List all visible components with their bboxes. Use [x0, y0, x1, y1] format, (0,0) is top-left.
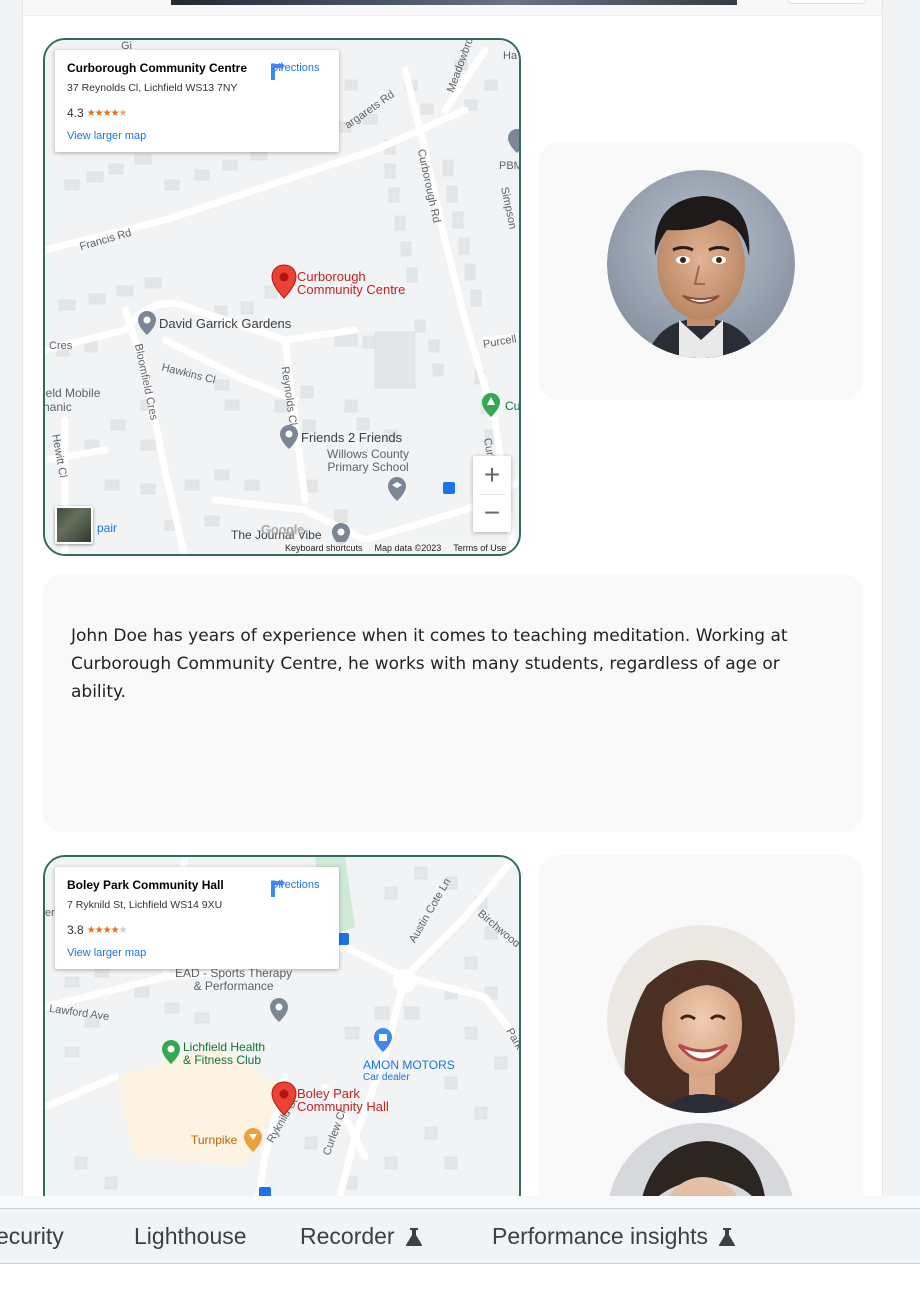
- map-data-text: Map data ©2023: [374, 543, 442, 553]
- place-name: Curborough Community Centre: [67, 61, 247, 75]
- shopping-icon[interactable]: [373, 1027, 393, 1053]
- gym-icon[interactable]: [161, 1039, 181, 1065]
- zoom-out-icon[interactable]: −: [473, 494, 511, 532]
- instructor-bio-card: John Doe has years of experience when it…: [43, 574, 863, 832]
- zoom-in-icon[interactable]: +: [473, 456, 511, 494]
- label-pbm: PBM: [499, 160, 521, 172]
- label-car-dealer: Car dealer: [363, 1072, 410, 1083]
- directions-icon: [271, 62, 285, 80]
- label-pair: pair: [97, 521, 118, 535]
- map-curborough[interactable]: Meadowbrook Rd argarets Rd Curborough Rd…: [43, 38, 521, 556]
- marker-label-curborough: Curborough Community Centre: [297, 269, 406, 297]
- directions-icon: [271, 879, 285, 897]
- label-cu: Cu: [505, 399, 521, 413]
- bus-stop-icon[interactable]: [443, 482, 455, 494]
- label-er: er: [45, 907, 55, 919]
- tab-lighthouse[interactable]: Lighthouse: [134, 1223, 247, 1250]
- marker-label-boley: Boley Park Community Hall: [297, 1086, 389, 1114]
- map-marker-icon[interactable]: [137, 310, 157, 336]
- instructor-card-1: [539, 142, 863, 400]
- tab-security[interactable]: ecurity: [0, 1223, 64, 1250]
- rating-stars: ★★★★★: [86, 107, 128, 119]
- previous-section-edge: [23, 0, 882, 16]
- map-marker-icon[interactable]: [269, 997, 289, 1023]
- label-ead: EAD - Sports Therapy & Performance: [175, 966, 293, 993]
- instructor-avatar-next: [607, 1123, 795, 1196]
- place-rating: 3.8 ★★★★★: [67, 923, 128, 937]
- map-attribution: Keyboard shortcuts Map data ©2023 Terms …: [281, 542, 511, 554]
- tab-performance-insights-label: Performance insights: [492, 1223, 709, 1249]
- view-larger-map-link[interactable]: View larger map: [67, 947, 146, 959]
- map-marker-icon[interactable]: [507, 128, 521, 154]
- label-turnpike: Turnpike: [191, 1133, 238, 1147]
- map-marker-icon[interactable]: [279, 424, 299, 450]
- label-willows: Willows County Primary School: [327, 447, 410, 474]
- devtools-panel-body: [0, 1264, 920, 1310]
- keyboard-shortcuts-link[interactable]: Keyboard shortcuts: [285, 543, 363, 553]
- instructor-avatar-male: [607, 170, 795, 358]
- place-rating: 4.3 ★★★★★: [67, 106, 128, 120]
- map-marker-icon[interactable]: [271, 264, 297, 300]
- label-lichfield-health: Lichfield Health & Fitness Club: [183, 1040, 266, 1067]
- tab-performance-insights[interactable]: Performance insights: [492, 1223, 736, 1250]
- label-hanic: hanic: [43, 400, 72, 414]
- map-marker-icon[interactable]: [271, 1081, 297, 1117]
- rating-value: 3.8: [67, 923, 84, 937]
- place-info-card: Boley Park Community Hall 7 Ryknild St, …: [55, 867, 339, 969]
- school-icon[interactable]: [387, 476, 407, 502]
- zoom-separator: [479, 494, 505, 495]
- banner-image-edge: [171, 0, 737, 5]
- satellite-toggle[interactable]: [55, 506, 93, 544]
- map-boley-park[interactable]: Austin Cote Ln Birchwood Lawford Ave Par…: [43, 855, 521, 1196]
- site-viewport: Meadowbrook Rd argarets Rd Curborough Rd…: [22, 0, 883, 1196]
- tab-recorder[interactable]: Recorder: [300, 1223, 423, 1250]
- label-field-mobile: ield Mobile: [43, 386, 101, 400]
- pill-button-edge[interactable]: [787, 0, 867, 4]
- instructor-avatar-female: [607, 925, 795, 1113]
- google-logo: Google: [261, 522, 304, 537]
- instructor-card-2: [539, 855, 863, 1196]
- label-ha: Ha: [503, 50, 518, 62]
- place-address: 7 Ryknild St, Lichfield WS14 9XU: [67, 899, 223, 911]
- tab-recorder-label: Recorder: [300, 1223, 395, 1249]
- label-cres: Cres: [49, 340, 73, 352]
- zoom-controls: + −: [473, 456, 511, 532]
- rating-stars: ★★★★★: [86, 924, 128, 936]
- label-friends: Friends 2 Friends: [301, 430, 403, 445]
- directions-button[interactable]: Directions: [267, 879, 323, 897]
- food-icon[interactable]: [243, 1127, 263, 1153]
- rating-value: 4.3: [67, 106, 84, 120]
- tab-lighthouse-label: Lighthouse: [134, 1223, 247, 1249]
- experiment-flask-icon: [719, 1227, 736, 1246]
- park-icon[interactable]: [481, 392, 501, 418]
- label-amon: AMON MOTORS: [363, 1058, 455, 1072]
- bus-stop-icon[interactable]: [259, 1187, 271, 1196]
- label-david-garrick: David Garrick Gardens: [159, 316, 292, 331]
- terms-link[interactable]: Terms of Use: [453, 543, 506, 553]
- tab-security-label: ecurity: [0, 1223, 64, 1249]
- devtools-tabbar: ecurity Lighthouse Recorder Performance …: [0, 1208, 920, 1264]
- experiment-flask-icon: [405, 1227, 422, 1246]
- instructor-bio: John Doe has years of experience when it…: [71, 626, 788, 702]
- directions-button[interactable]: Directions: [267, 62, 323, 80]
- viewport-bottom-gutter: [0, 1196, 920, 1208]
- place-name: Boley Park Community Hall: [67, 878, 224, 892]
- view-larger-map-link[interactable]: View larger map: [67, 130, 146, 142]
- place-address: 37 Reynolds Cl, Lichfield WS13 7NY: [67, 82, 238, 94]
- page: Meadowbrook Rd argarets Rd Curborough Rd…: [0, 0, 920, 1310]
- place-info-card: Curborough Community Centre 37 Reynolds …: [55, 50, 339, 152]
